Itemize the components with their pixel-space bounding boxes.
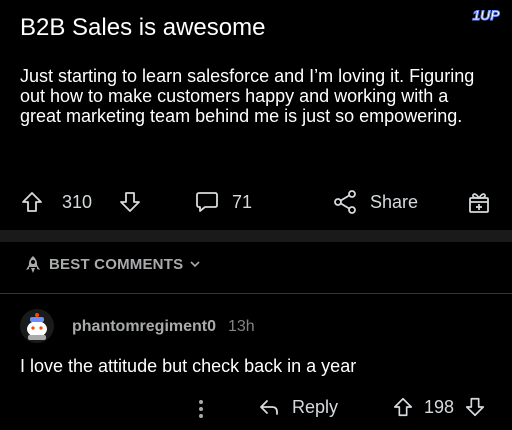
more-icon[interactable] [197, 398, 205, 420]
comment-timestamp: 13h [228, 318, 255, 335]
upvote-icon[interactable] [392, 396, 414, 418]
sort-label: BEST COMMENTS [49, 256, 184, 273]
comments-count: 71 [232, 191, 253, 212]
share-label: Share [370, 191, 419, 212]
chevron-down-icon [190, 261, 200, 268]
comments-button[interactable]: 71 [194, 182, 252, 222]
share-button[interactable]: Share [332, 182, 418, 222]
reply-label: Reply [292, 396, 339, 417]
reply-icon [260, 400, 278, 415]
reply-button[interactable]: Reply [258, 396, 338, 418]
comment-vote-count: 198 [424, 396, 455, 417]
watermark-logo: 1UP [466, 6, 506, 24]
post-body: Just starting to learn salesforce and I’… [20, 66, 475, 126]
comment-vote: 198 [392, 396, 486, 418]
post-actions: 310 71 Share [0, 182, 512, 222]
comment-icon [196, 192, 218, 212]
section-divider [0, 230, 512, 242]
post: B2B Sales is awesome 1UP Just starting t… [0, 0, 512, 230]
upvote-icon [22, 192, 42, 212]
downvote-icon[interactable] [464, 396, 486, 418]
share-icon [334, 190, 356, 214]
downvote-button[interactable] [118, 182, 142, 222]
comment-username[interactable]: phantomregiment0 [72, 318, 216, 336]
rocket-icon [26, 256, 40, 273]
award-button[interactable] [466, 182, 492, 222]
comment-text: I love the attitude but check back in a … [20, 356, 357, 376]
post-title[interactable]: B2B Sales is awesome [20, 14, 265, 42]
avatar[interactable] [20, 309, 54, 343]
downvote-icon [120, 192, 140, 212]
comment: phantomregiment0 13h I love the attitude… [0, 294, 512, 430]
upvote-count: 310 [62, 182, 92, 222]
upvote-count-label: 310 [62, 191, 93, 212]
comment-sort-bar[interactable]: BEST COMMENTS [0, 242, 512, 288]
upvote-button[interactable] [20, 182, 44, 222]
svg-text:1UP: 1UP [472, 7, 500, 23]
comment-actions: Reply 198 [0, 392, 512, 424]
award-icon [469, 193, 489, 213]
